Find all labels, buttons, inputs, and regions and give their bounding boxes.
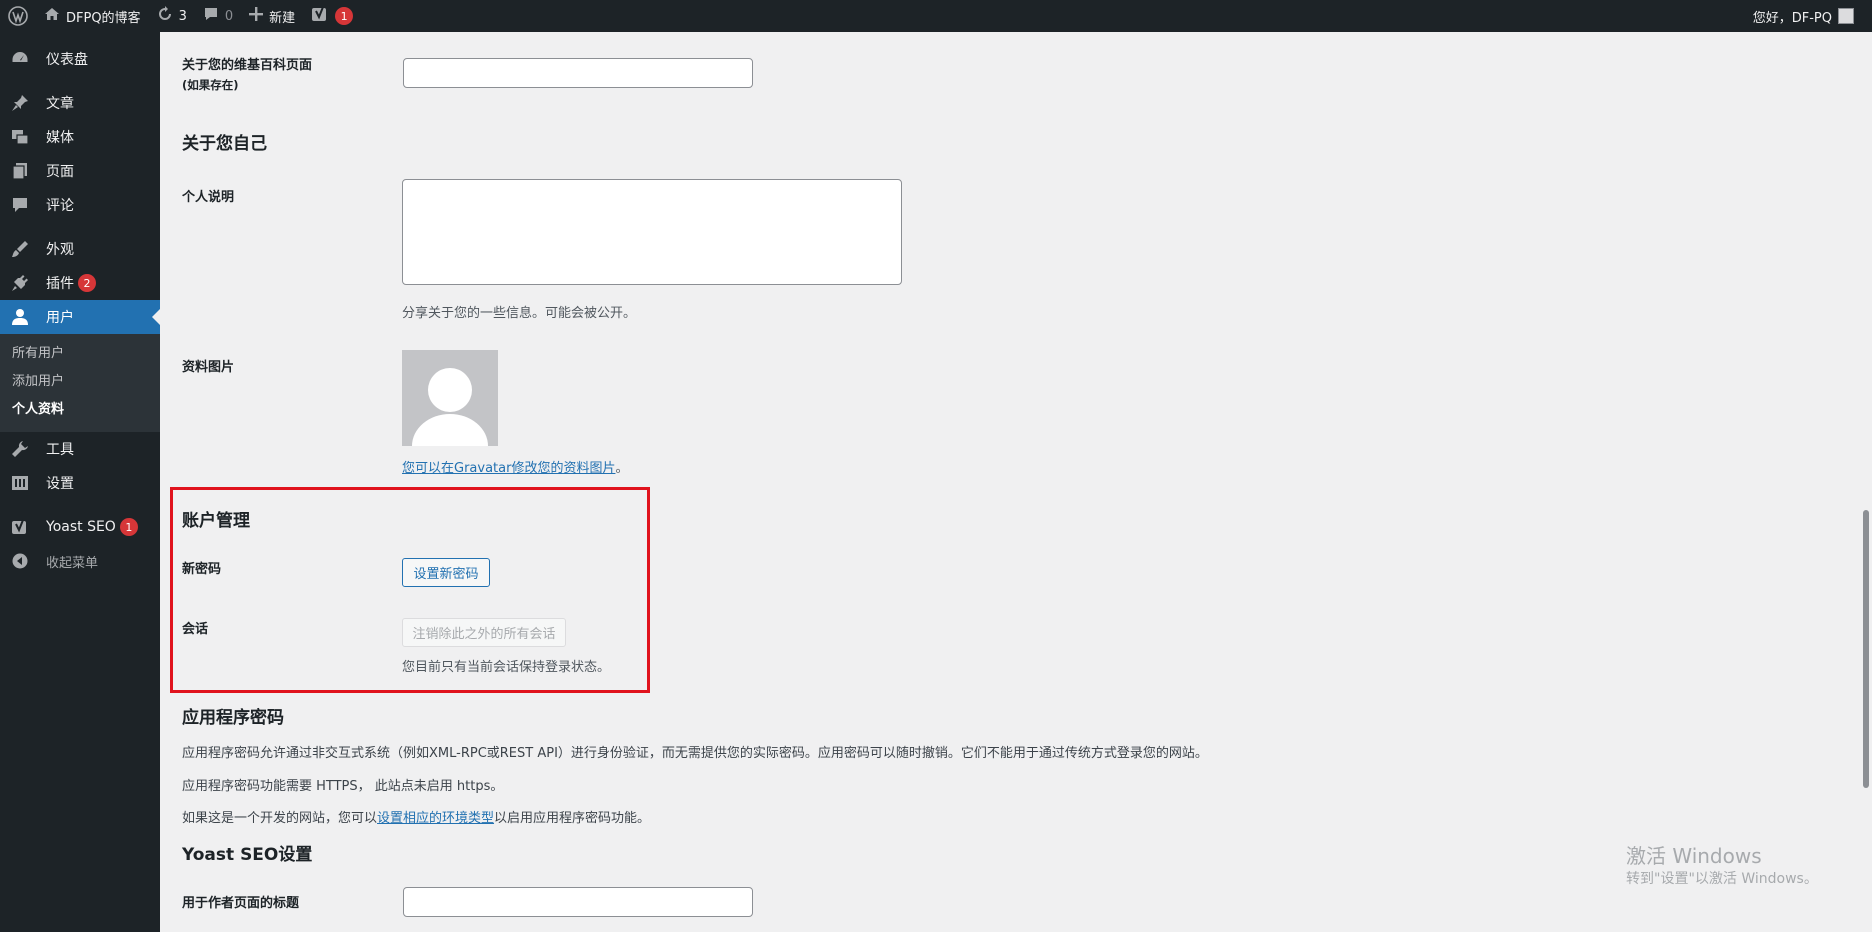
comments-link[interactable]: 0 <box>195 0 241 32</box>
yoast-adminbar-link[interactable]: 1 <box>303 0 361 32</box>
new-content-link[interactable]: 新建 <box>241 0 303 32</box>
avatar <box>1838 8 1854 24</box>
yoast-menu-badge: 1 <box>119 518 138 536</box>
greeting: 您好，DF-PQ <box>1752 10 1832 26</box>
yoast-seo-settings-heading: Yoast SEO设置 <box>182 845 313 865</box>
gravatar-link[interactable]: 您可以在Gravatar修改您的资料图片 <box>402 461 615 476</box>
https-requirement-note: 应用程序密码功能需要 HTTPS， 此站点未启用 https。 <box>182 779 504 794</box>
bio-label: 个人说明 <box>182 190 235 205</box>
yoast-badge: 1 <box>335 7 354 25</box>
sessions-description: 您目前只有当前会话保持登录状态。 <box>402 660 611 675</box>
submenu-all-users[interactable]: 所有用户 <box>0 340 160 368</box>
users-submenu: 所有用户 添加用户 个人资料 <box>0 334 160 432</box>
home-icon <box>44 6 60 26</box>
menu-label: 仪表盘 <box>46 52 88 68</box>
avatar <box>402 350 498 446</box>
comments-count: 0 <box>224 8 234 24</box>
yoast-icon <box>311 5 329 27</box>
env-note-post: 以启用应用程序密码功能。 <box>494 811 651 826</box>
menu-label: 用户 <box>46 310 74 326</box>
menu-item-tools[interactable]: 工具 <box>0 432 160 466</box>
menu-label: 页面 <box>46 164 74 180</box>
menu-label: Yoast SEO <box>46 519 116 535</box>
page-scrollbar[interactable] <box>1860 32 1872 932</box>
menu-item-dashboard[interactable]: 仪表盘 <box>0 42 160 76</box>
set-new-password-button[interactable]: 设置新密码 <box>402 558 490 587</box>
menu-item-comments[interactable]: 评论 <box>0 188 160 222</box>
collapse-icon <box>10 551 30 571</box>
plus-icon <box>249 7 264 25</box>
default-avatar-icon <box>402 350 498 446</box>
menu-label: 文章 <box>46 96 74 112</box>
updates-count: 3 <box>178 8 187 24</box>
profile-content: 关于您的维基百科页面 (如果存在) 关于您自己 个人说明 分享关于您的一些信息。… <box>160 32 1860 932</box>
comment-icon <box>203 6 219 26</box>
wiki-label: 关于您的维基百科页面 (如果存在) <box>182 54 312 93</box>
menu-label: 外观 <box>46 242 74 258</box>
wiki-label-text: 关于您的维基百科页面 <box>182 58 313 73</box>
activation-watermark-subtitle: 转到"设置"以激活 Windows。 <box>1626 871 1818 887</box>
new-label: 新建 <box>269 10 296 26</box>
environment-type-note: 如果这是一个开发的网站，您可以设置相应的环境类型以启用应用程序密码功能。 <box>182 807 650 826</box>
comment-icon <box>10 195 30 215</box>
updates-link[interactable]: 3 <box>149 0 195 32</box>
yoast-icon <box>10 517 30 537</box>
menu-item-media[interactable]: 媒体 <box>0 120 160 154</box>
gravatar-note: 您可以在Gravatar修改您的资料图片。 <box>402 457 628 476</box>
menu-item-appearance[interactable]: 外观 <box>0 232 160 266</box>
brush-icon <box>10 239 30 259</box>
menu-label: 媒体 <box>46 130 74 146</box>
menu-item-posts[interactable]: 文章 <box>0 86 160 120</box>
new-password-label: 新密码 <box>182 562 222 577</box>
menu-item-pages[interactable]: 页面 <box>0 154 160 188</box>
menu-item-plugins[interactable]: 插件 2 <box>0 266 160 300</box>
submenu-add-user[interactable]: 添加用户 <box>0 368 160 396</box>
site-name: DFPQ的博客 <box>66 10 141 26</box>
wordpress-logo-icon[interactable] <box>0 0 36 32</box>
pin-icon <box>10 93 30 113</box>
bio-description: 分享关于您的一些信息。可能会被公开。 <box>402 306 637 321</box>
profile-picture-label: 资料图片 <box>182 360 235 375</box>
menu-item-collapse[interactable]: 收起菜单 <box>0 544 160 578</box>
site-name-link[interactable]: DFPQ的博客 <box>36 0 149 32</box>
author-page-title-input[interactable] <box>403 887 753 917</box>
settings-icon <box>10 473 30 493</box>
account-management-heading: 账户管理 <box>182 511 250 531</box>
activation-watermark-title: 激活 Windows <box>1626 844 1762 868</box>
logout-everywhere-button[interactable]: 注销除此之外的所有会话 <box>402 618 566 647</box>
plugins-update-badge: 2 <box>78 274 96 292</box>
menu-label: 评论 <box>46 198 74 214</box>
dashboard-icon <box>10 49 30 69</box>
sessions-label: 会话 <box>182 622 209 637</box>
menu-item-yoast[interactable]: Yoast SEO 1 <box>0 510 160 544</box>
about-yourself-heading: 关于您自己 <box>182 134 267 154</box>
application-passwords-heading: 应用程序密码 <box>182 708 284 728</box>
admin-bar: DFPQ的博客 3 0 新建 1 您好，DF-PQ <box>0 0 1872 32</box>
env-note-pre: 如果这是一个开发的网站，您可以 <box>182 811 378 826</box>
app-passwords-description: 应用程序密码允许通过非交互式系统（例如XML-RPC或REST API）进行身份… <box>182 746 1208 761</box>
environment-type-link[interactable]: 设置相应的环境类型 <box>377 811 494 826</box>
updates-icon <box>157 6 173 26</box>
author-page-title-label: 用于作者页面的标题 <box>182 896 300 911</box>
menu-label: 收起菜单 <box>46 555 99 571</box>
my-account-link[interactable]: 您好，DF-PQ <box>1745 0 1862 32</box>
wrench-icon <box>10 439 30 459</box>
menu-item-settings[interactable]: 设置 <box>0 466 160 500</box>
media-icon <box>10 127 30 147</box>
menu-label: 设置 <box>46 476 74 492</box>
admin-menu: 仪表盘 文章 媒体 页面 评论 外观 插件 2 用户 所有用户 添加用户 个人资… <box>0 32 160 932</box>
bio-textarea[interactable] <box>402 179 902 285</box>
menu-label: 工具 <box>46 442 74 458</box>
scrollbar-thumb[interactable] <box>1863 510 1869 788</box>
submenu-profile[interactable]: 个人资料 <box>0 396 160 424</box>
page-icon <box>10 161 30 181</box>
plugin-icon <box>10 273 30 293</box>
user-icon <box>10 307 30 327</box>
menu-label: 插件 <box>46 276 74 292</box>
wiki-url-input[interactable] <box>403 58 753 88</box>
menu-item-users[interactable]: 用户 <box>0 300 160 334</box>
wiki-sublabel: (如果存在) <box>182 78 239 92</box>
gravatar-period: 。 <box>615 461 629 476</box>
